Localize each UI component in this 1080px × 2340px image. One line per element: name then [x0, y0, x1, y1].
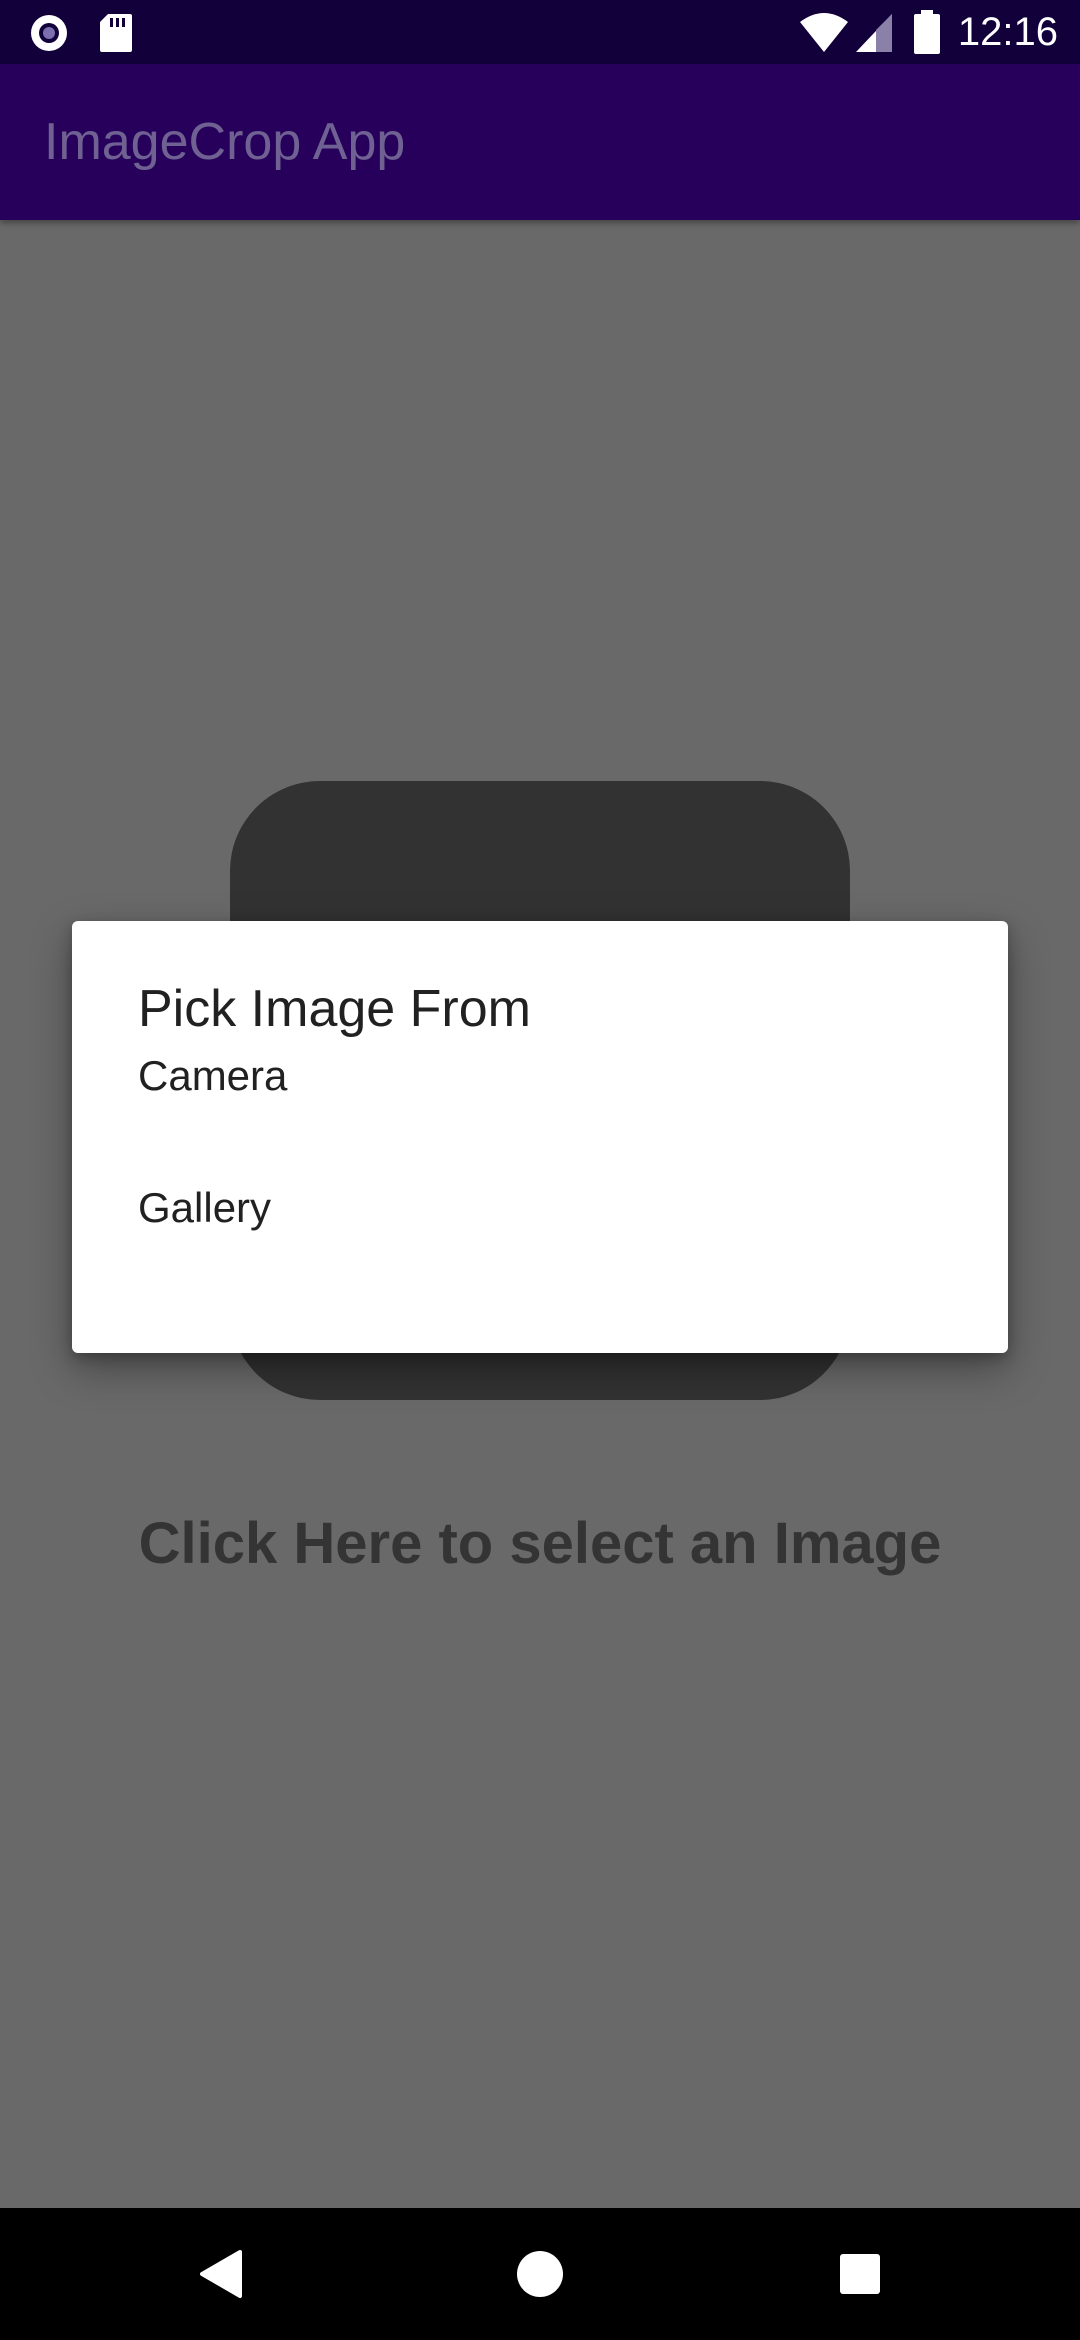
pick-image-dialog: Pick Image From Camera Gallery — [72, 921, 1008, 1353]
app-bar: ImageCrop App — [0, 64, 1080, 220]
home-button[interactable] — [500, 2234, 580, 2314]
gallery-option-label: Gallery — [138, 1184, 272, 1231]
wifi-icon — [800, 13, 848, 52]
status-time: 12:16 — [957, 10, 1058, 54]
camera-option[interactable]: Camera — [72, 1011, 1008, 1143]
select-image-prompt[interactable]: Click Here to select an Image — [0, 1510, 1080, 1578]
status-bar: 12:16 — [0, 0, 1080, 64]
battery-icon — [914, 10, 940, 54]
app-title: ImageCrop App — [44, 113, 406, 171]
navigation-bar — [0, 2208, 1080, 2340]
home-icon — [517, 2251, 563, 2297]
recents-button[interactable] — [820, 2234, 900, 2314]
recents-icon — [840, 2254, 880, 2294]
screen: 12:16 ImageCrop App Click Here to select… — [0, 0, 1080, 2340]
sd-card-icon — [100, 14, 132, 52]
camera-option-label: Camera — [138, 1052, 288, 1099]
back-icon — [200, 2250, 242, 2298]
gallery-option[interactable]: Gallery — [72, 1143, 1008, 1275]
back-button[interactable] — [180, 2234, 260, 2314]
notification-circle-icon — [31, 15, 67, 51]
signal-icon — [856, 14, 892, 52]
